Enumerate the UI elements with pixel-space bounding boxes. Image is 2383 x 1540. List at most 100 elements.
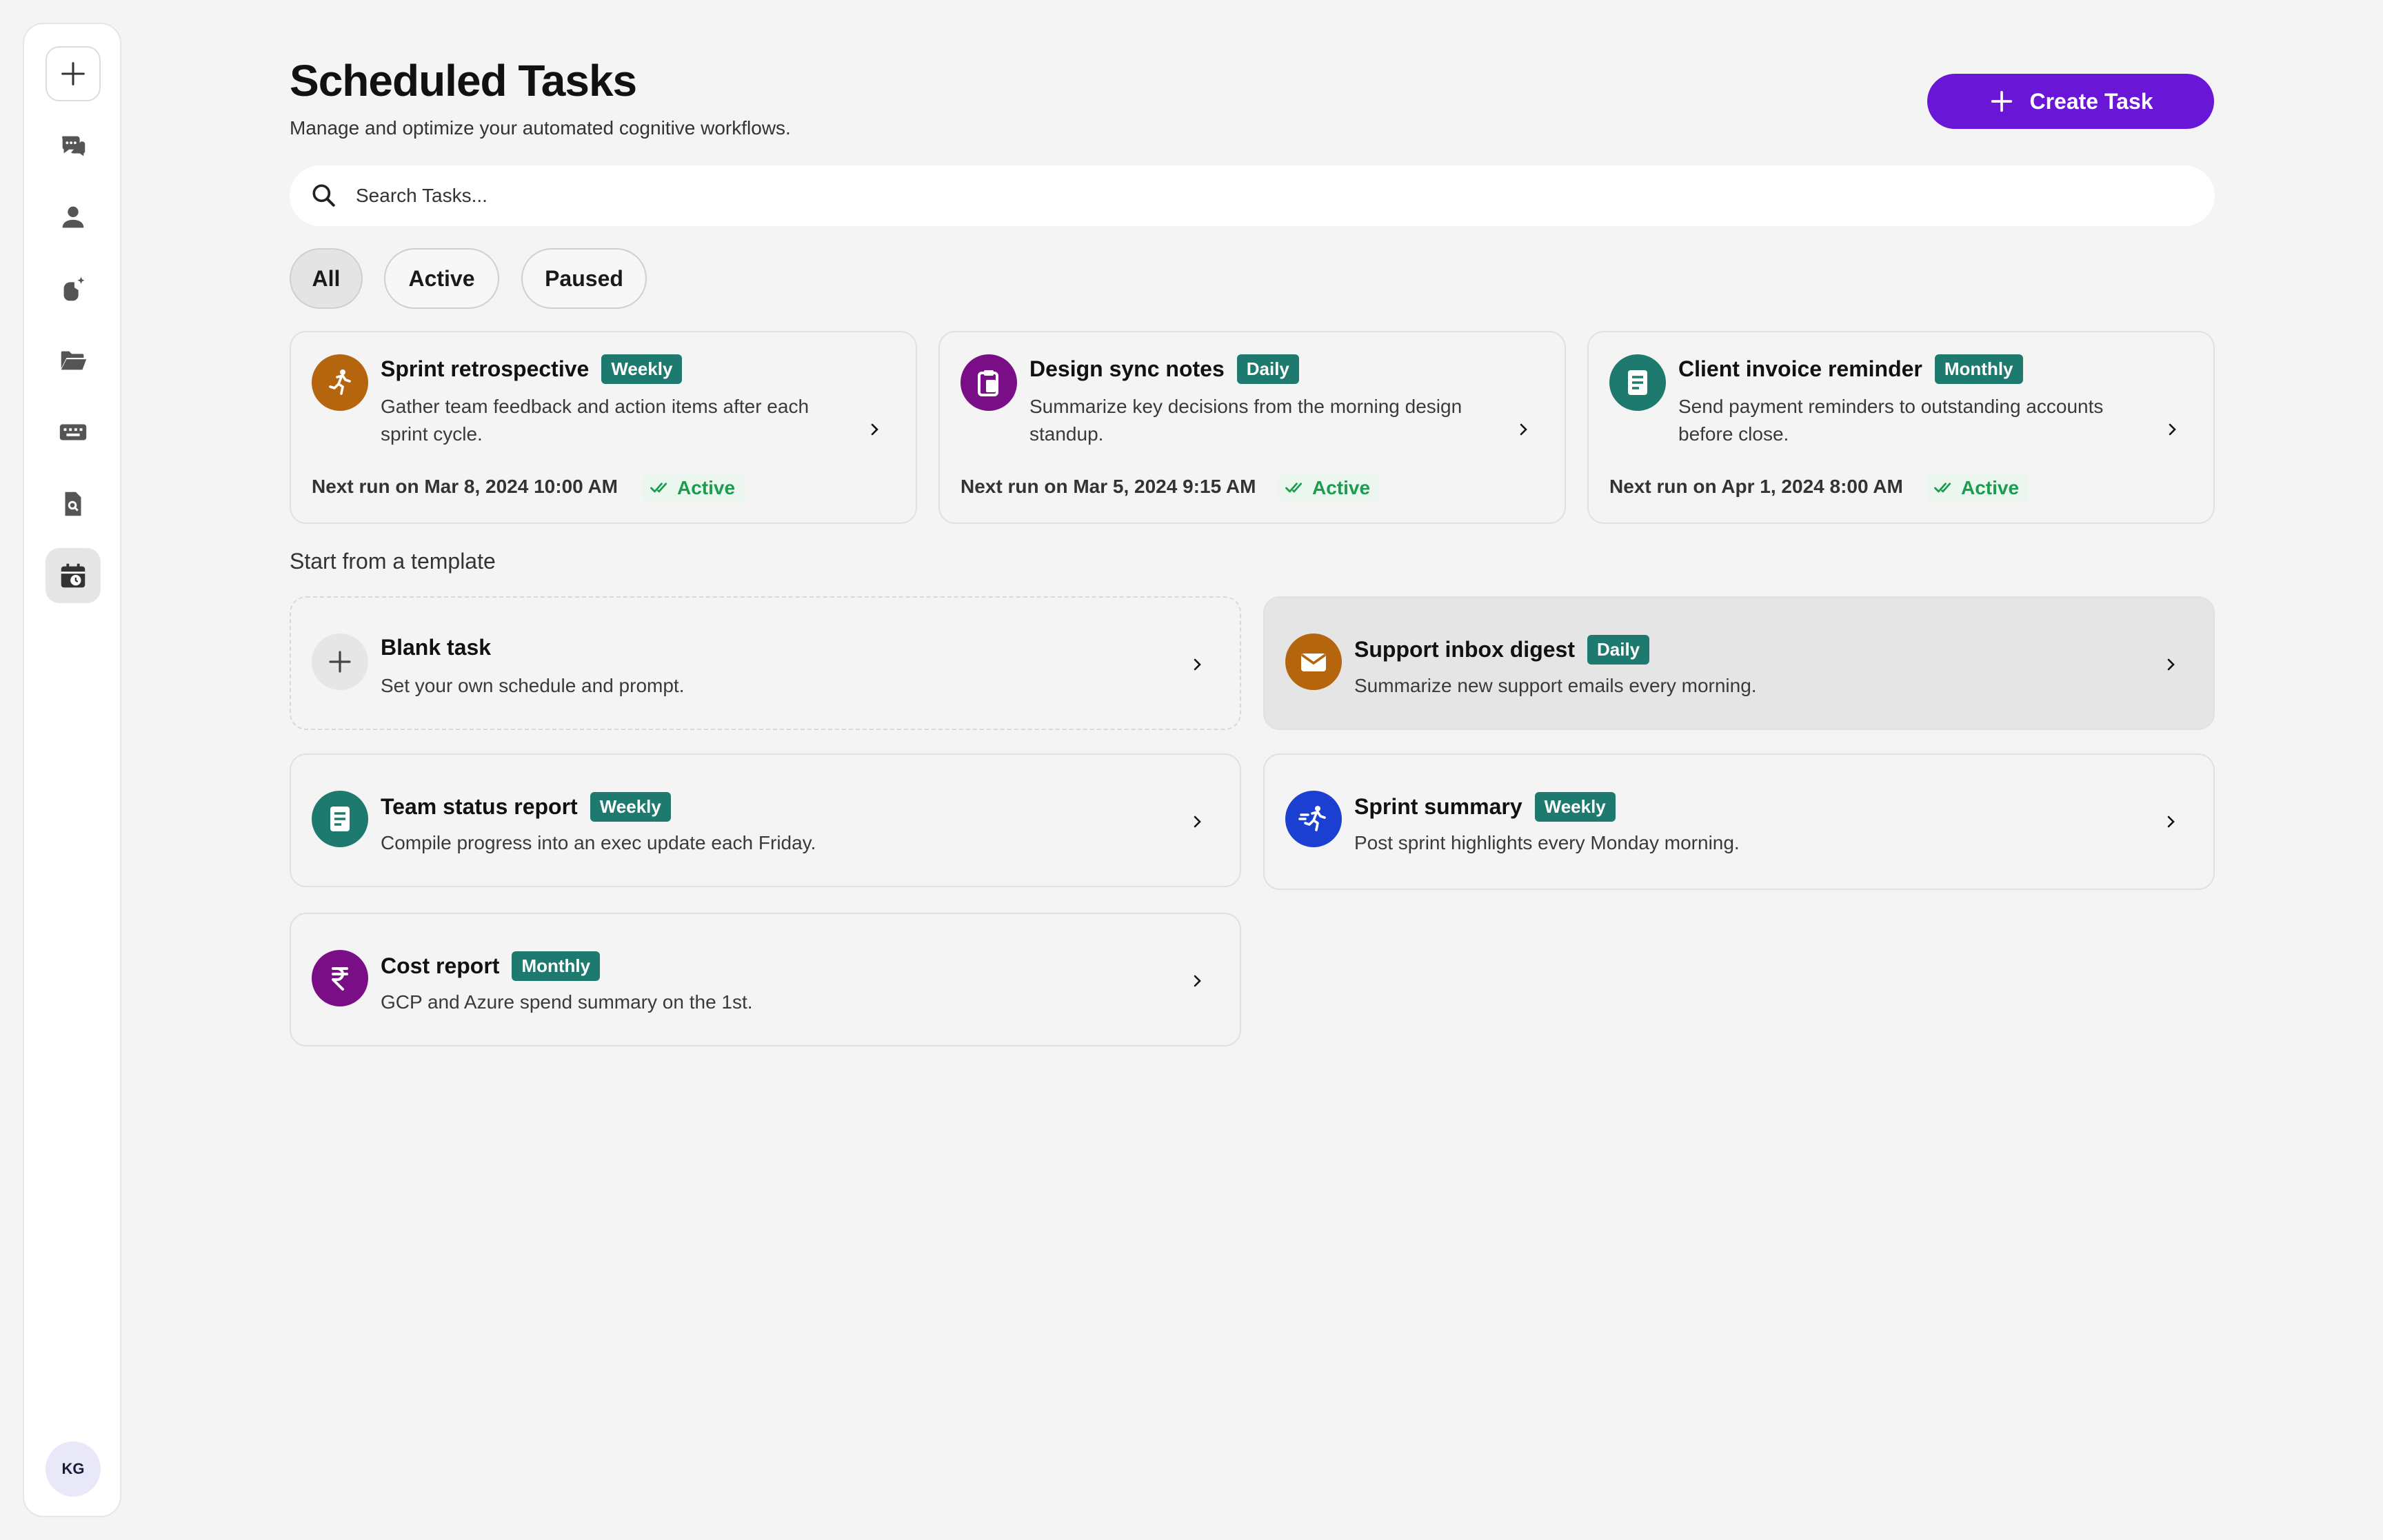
template-sprint-summary[interactable]: Sprint summary Weekly Post sprint highli… <box>1263 753 2215 890</box>
user-avatar[interactable]: KG <box>46 1441 101 1497</box>
chevron-right-icon[interactable] <box>1187 655 1207 674</box>
plus-icon <box>1991 90 2013 112</box>
task-title: Design sync notes <box>1029 356 1225 381</box>
task-card[interactable]: Sprint retrospective Weekly Gather team … <box>290 331 917 524</box>
template-title: Team status report <box>381 794 578 819</box>
frequency-badge: Weekly <box>601 354 683 384</box>
sidebar-item-keyboard[interactable] <box>46 405 101 460</box>
chevron-right-icon[interactable] <box>2161 655 2180 674</box>
template-icon <box>312 950 368 1006</box>
template-title: Sprint summary <box>1354 794 1522 819</box>
create-task-button[interactable]: Create Task <box>1927 74 2214 129</box>
new-chat-button[interactable] <box>46 46 101 101</box>
plus-icon <box>61 62 85 85</box>
frequency-badge: Monthly <box>1934 354 2023 384</box>
status-label: Active <box>1312 477 1371 498</box>
template-title-row: Blank task <box>381 635 491 660</box>
template-icon <box>1285 791 1342 847</box>
calendar-clock-icon <box>61 563 86 588</box>
template-icon <box>1285 634 1342 690</box>
keyboard-icon <box>59 424 87 440</box>
task-title: Sprint retrospective <box>381 356 590 381</box>
status-label: Active <box>1961 477 2020 498</box>
task-title: Client invoice reminder <box>1678 356 1922 381</box>
templates-section-label: Start from a template <box>290 549 496 574</box>
sidebar-item-agents[interactable] <box>46 261 101 316</box>
task-icon <box>1609 354 1666 411</box>
template-description: GCP and Azure spend summary on the 1st. <box>381 991 753 1013</box>
sprint-runner-icon <box>1298 806 1326 831</box>
chat-bubbles-icon <box>62 136 86 156</box>
folder-open-icon <box>61 351 87 370</box>
status-badge: Active <box>1927 474 2029 502</box>
template-title: Support inbox digest <box>1354 637 1575 662</box>
sidebar-item-files[interactable] <box>46 333 101 388</box>
chevron-right-icon[interactable] <box>2161 812 2180 831</box>
page-title: Scheduled Tasks <box>290 56 637 105</box>
search-input[interactable] <box>356 185 2149 207</box>
next-run-text: Next run on Mar 5, 2024 9:15 AM <box>961 476 1256 497</box>
chevron-right-icon[interactable] <box>1187 971 1207 991</box>
template-description: Compile progress into an exec update eac… <box>381 832 816 853</box>
double-check-icon <box>1285 483 1303 493</box>
frequency-badge: Weekly <box>590 792 671 822</box>
sidebar-item-scheduled[interactable] <box>46 548 101 603</box>
status-label: Active <box>677 477 736 498</box>
plus-icon <box>329 651 351 673</box>
sidebar-item-people[interactable] <box>46 190 101 245</box>
task-card[interactable]: Client invoice reminder Monthly Send pay… <box>1587 331 2215 524</box>
template-team-status-report[interactable]: Team status report Weekly Compile progre… <box>290 753 1241 887</box>
sidebar-item-documents[interactable] <box>46 476 101 531</box>
frequency-badge: Monthly <box>512 951 601 981</box>
double-check-icon <box>650 483 667 493</box>
template-description: Post sprint highlights every Monday morn… <box>1354 832 1740 853</box>
task-description: Summarize key decisions from the morning… <box>1029 396 1462 445</box>
template-title-row: Team status report Weekly <box>381 792 671 822</box>
frequency-badge: Weekly <box>1534 792 1616 822</box>
task-description: Gather team feedback and action items af… <box>381 396 810 445</box>
filter-all[interactable]: All <box>290 248 363 309</box>
template-blank-task[interactable]: Blank task Set your own schedule and pro… <box>290 596 1241 730</box>
task-card[interactable]: Design sync notes Daily Summarize key de… <box>938 331 1566 524</box>
template-support-inbox-digest[interactable]: Support inbox digest Daily Summarize new… <box>1263 596 2215 730</box>
task-icon <box>961 354 1017 411</box>
report-icon <box>1628 370 1647 395</box>
template-title-row: Sprint summary Weekly <box>1354 792 1616 822</box>
mail-icon <box>1300 654 1327 671</box>
next-run-text: Next run on Mar 8, 2024 10:00 AM <box>312 476 619 497</box>
chevron-right-icon[interactable] <box>2162 420 2182 439</box>
filter-active[interactable]: Active <box>384 248 499 309</box>
task-title-row: Sprint retrospective Weekly <box>381 354 683 384</box>
sparkle-hand-icon <box>63 276 85 301</box>
template-description: Set your own schedule and prompt. <box>381 675 685 696</box>
frequency-badge: Daily <box>1236 354 1299 384</box>
status-badge: Active <box>643 474 745 502</box>
template-description: Summarize new support emails every morni… <box>1354 675 1757 696</box>
template-icon <box>312 791 368 847</box>
rupee-icon <box>332 967 348 991</box>
page-subtitle: Manage and optimize your automated cogni… <box>290 117 791 139</box>
clipboard-icon <box>978 370 998 396</box>
task-icon <box>312 354 368 411</box>
chevron-right-icon[interactable] <box>865 420 884 439</box>
chevron-right-icon[interactable] <box>1187 812 1207 831</box>
running-person-icon <box>329 369 351 395</box>
next-run-text: Next run on Apr 1, 2024 8:00 AM <box>1609 476 1903 497</box>
file-search-icon <box>65 492 81 516</box>
template-icon <box>312 634 368 690</box>
person-icon <box>62 206 84 228</box>
task-title-row: Client invoice reminder Monthly <box>1678 354 2023 384</box>
template-cost-report[interactable]: Cost report Monthly GCP and Azure spend … <box>290 913 1241 1046</box>
search-bar[interactable] <box>290 165 2215 226</box>
task-title-row: Design sync notes Daily <box>1029 354 1299 384</box>
template-title: Blank task <box>381 635 492 660</box>
sidebar-item-chats[interactable] <box>46 118 101 173</box>
chevron-right-icon[interactable] <box>1514 420 1533 439</box>
create-task-label: Create Task <box>2029 88 2153 114</box>
search-icon <box>312 184 335 207</box>
sidebar: KG <box>23 23 121 1517</box>
report-icon <box>330 807 350 831</box>
filter-paused[interactable]: Paused <box>521 248 647 309</box>
template-title-row: Support inbox digest Daily <box>1354 635 1650 665</box>
task-description: Send payment reminders to outstanding ac… <box>1678 396 2104 445</box>
